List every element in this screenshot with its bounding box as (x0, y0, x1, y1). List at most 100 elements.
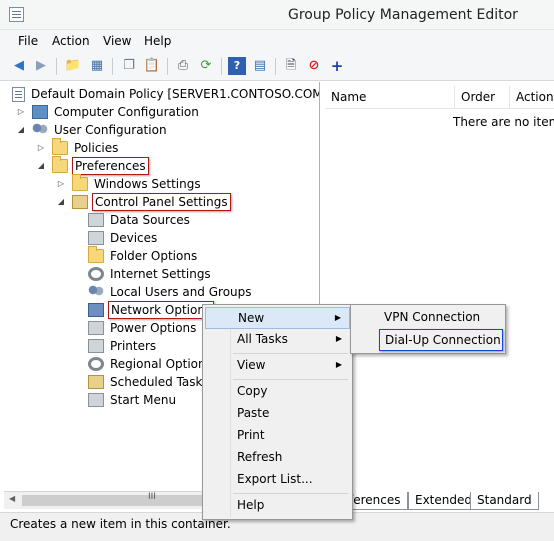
menu-item-view[interactable]: View ▶ (205, 355, 350, 377)
collapse-icon[interactable]: ◢ (36, 161, 46, 171)
add-icon[interactable]: + (328, 57, 346, 75)
view-tabs: ferences Extended Standard (325, 491, 554, 511)
scheduled-tasks-icon (88, 375, 104, 389)
column-header-action[interactable]: Action (510, 86, 554, 108)
tree-preferences[interactable]: ◢ Preferences (36, 156, 149, 175)
submenu-arrow-icon: ▶ (335, 360, 342, 369)
collapse-icon[interactable]: ◢ (56, 197, 66, 207)
tree-label: Regional Options (110, 357, 212, 371)
tree-label: Power Options (110, 321, 197, 335)
window-title: Group Policy Management Editor (288, 7, 518, 23)
tree-devices[interactable]: Devices (88, 229, 159, 247)
tree-scheduled-tasks[interactable]: Scheduled Tasks (88, 373, 211, 391)
help-icon[interactable]: ? (228, 57, 246, 75)
policy-document-icon (12, 86, 25, 102)
internet-settings-icon (88, 267, 104, 281)
new-item-icon[interactable]: 🗎 (282, 57, 300, 75)
tree-local-users-and-groups[interactable]: Local Users and Groups (88, 283, 254, 301)
tree-regional-options[interactable]: Regional Options (88, 355, 214, 373)
tree-windows-settings[interactable]: ▷ Windows Settings (56, 174, 203, 193)
tree-start-menu[interactable]: Start Menu (88, 391, 178, 409)
regional-options-icon (88, 357, 104, 371)
context-menu: New ▶ All Tasks ▶ View ▶ Copy Paste Prin… (202, 304, 353, 520)
details-list[interactable]: Name Order Action There are no items (325, 82, 554, 512)
column-header-order[interactable]: Order (455, 86, 510, 108)
menu-item-dial-up-connection[interactable]: Dial-Up Connection (379, 329, 503, 351)
tree-root[interactable]: Default Domain Policy [SERVER1.CONTOSO.C… (12, 85, 319, 103)
app-icon (9, 7, 24, 22)
menu-item-help[interactable]: Help (205, 495, 350, 517)
submenu-arrow-icon: ▶ (335, 334, 342, 343)
tree-label: Network Options (108, 301, 215, 319)
menu-item-label: All Tasks (237, 332, 288, 346)
menu-item-paste[interactable]: Paste (205, 403, 350, 425)
control-panel-icon (72, 195, 88, 209)
computer-icon (32, 105, 48, 119)
devices-icon (88, 231, 104, 245)
tree-label: Printers (110, 339, 157, 353)
tree-label: Computer Configuration (54, 105, 199, 119)
menu-item-print[interactable]: Print (205, 425, 350, 447)
menu-bar: File Action View Help (0, 30, 554, 53)
column-header-name[interactable]: Name (325, 86, 455, 108)
tree-computer-configuration[interactable]: ▷ Computer Configuration (16, 103, 201, 121)
menu-item-label: New (238, 311, 265, 325)
forward-arrow-icon[interactable]: ▶ (32, 57, 50, 75)
tree-network-options[interactable]: Network Options (88, 301, 215, 319)
tab-standard[interactable]: Standard (470, 492, 539, 510)
menu-item-refresh[interactable]: Refresh (205, 447, 350, 469)
folder-icon (72, 174, 88, 191)
menu-file[interactable]: File (18, 34, 38, 48)
tree-printers[interactable]: Printers (88, 337, 158, 355)
menu-item-vpn-connection[interactable]: VPN Connection (355, 307, 503, 329)
print-icon[interactable]: ⎙ (174, 57, 192, 75)
tree-data-sources[interactable]: Data Sources (88, 211, 192, 229)
tree-label: Internet Settings (110, 267, 211, 281)
stop-icon[interactable]: ⊘ (305, 57, 323, 75)
paste-icon[interactable]: 📋 (143, 57, 161, 75)
tab-extended[interactable]: Extended (408, 492, 479, 510)
folder-icon (52, 156, 68, 173)
printers-icon (88, 339, 104, 353)
tree-label: User Configuration (54, 123, 167, 137)
menu-item-new[interactable]: New ▶ (205, 307, 350, 329)
up-folder-icon[interactable]: 📁 (64, 57, 82, 75)
users-icon (32, 123, 48, 137)
tree-label: Data Sources (110, 213, 190, 227)
tree-control-panel-settings[interactable]: ◢ Control Panel Settings (56, 193, 231, 211)
menu-item-label: View (237, 358, 266, 372)
tree-internet-settings[interactable]: Internet Settings (88, 265, 213, 283)
start-menu-icon (88, 393, 104, 407)
tree-label: Start Menu (110, 393, 177, 407)
tree-label: Local Users and Groups (110, 285, 252, 299)
menu-item-all-tasks[interactable]: All Tasks ▶ (205, 329, 350, 351)
collapse-icon[interactable]: ◢ (16, 125, 26, 135)
tree-label: Control Panel Settings (92, 193, 231, 211)
expand-icon[interactable]: ▷ (16, 107, 26, 117)
scroll-grip: III (148, 492, 156, 502)
copy-icon[interactable]: ❐ (120, 57, 138, 75)
refresh-icon[interactable]: ⟳ (197, 57, 215, 75)
tree-folder-options[interactable]: Folder Options (88, 246, 199, 265)
data-sources-icon (88, 213, 104, 227)
empty-list-message: There are no items (453, 115, 554, 129)
tree-label: Windows Settings (94, 177, 201, 191)
toolbar: ◀ ▶ 📁 ▦ ❐ 📋 ⎙ ⟳ ? ▤ 🗎 ⊘ + (0, 53, 554, 81)
tree-user-configuration[interactable]: ◢ User Configuration (16, 121, 169, 139)
expand-icon[interactable]: ▷ (36, 143, 46, 153)
menu-view[interactable]: View (103, 34, 131, 48)
tree-label: Scheduled Tasks (110, 375, 209, 389)
menu-item-export-list[interactable]: Export List... (205, 469, 350, 491)
scroll-left-icon[interactable]: ◀ (9, 494, 15, 503)
back-arrow-icon[interactable]: ◀ (10, 57, 28, 75)
menu-action[interactable]: Action (52, 34, 90, 48)
folder-icon (52, 138, 68, 155)
tree-power-options[interactable]: Power Options (88, 319, 198, 337)
show-hide-tree-icon[interactable]: ▦ (88, 57, 106, 75)
tree-policies[interactable]: ▷ Policies (36, 138, 120, 157)
local-users-icon (88, 285, 104, 299)
menu-help[interactable]: Help (144, 34, 171, 48)
expand-icon[interactable]: ▷ (56, 179, 66, 189)
menu-item-copy[interactable]: Copy (205, 381, 350, 403)
properties-icon[interactable]: ▤ (251, 57, 269, 75)
